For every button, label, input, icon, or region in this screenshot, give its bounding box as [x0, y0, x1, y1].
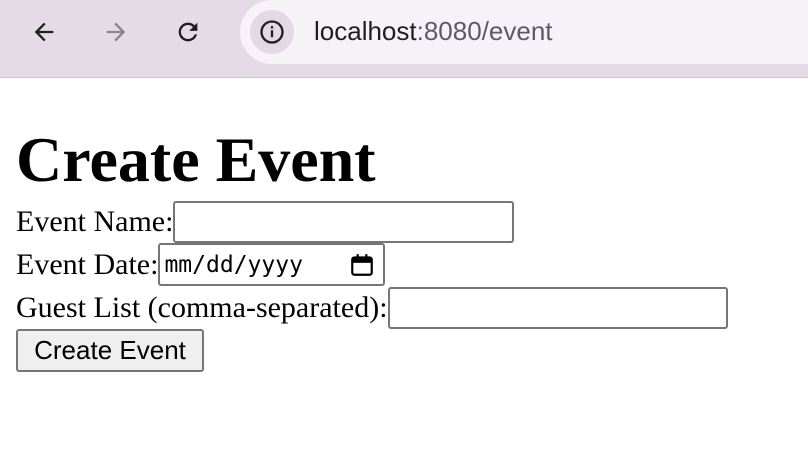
url-text[interactable]: localhost:8080/event — [314, 15, 553, 47]
guest-list-row: Guest List (comma-separated): — [16, 286, 796, 329]
url-host: localhost — [314, 16, 417, 46]
site-info-icon[interactable] — [250, 10, 294, 54]
create-event-form: Event Name: Event Date: mm/dd/yyyy Guest… — [16, 200, 796, 372]
event-name-label: Event Name: — [16, 204, 174, 238]
event-date-row: Event Date: mm/dd/yyyy — [16, 243, 796, 286]
page-title: Create Event — [16, 124, 376, 195]
event-date-input[interactable]: mm/dd/yyyy — [158, 243, 386, 286]
calendar-icon[interactable] — [349, 252, 375, 278]
forward-button[interactable] — [96, 12, 136, 52]
back-button[interactable] — [24, 12, 64, 52]
event-name-input[interactable] — [173, 200, 515, 243]
address-bar[interactable]: localhost:8080/event — [240, 0, 808, 64]
browser-toolbar: localhost:8080/event — [0, 0, 808, 78]
create-event-button[interactable]: Create Event — [16, 329, 204, 372]
back-arrow-icon — [34, 22, 54, 42]
info-glyph-icon — [260, 20, 284, 44]
event-date-label: Event Date: — [16, 247, 159, 281]
reload-button[interactable] — [168, 12, 208, 52]
guest-list-label: Guest List (comma-separated): — [16, 290, 388, 324]
event-name-row: Event Name: — [16, 200, 796, 243]
forward-arrow-icon — [106, 22, 126, 42]
date-placeholder: mm/dd/yyyy — [164, 251, 303, 278]
url-path: :8080/event — [416, 16, 553, 46]
page-content: Create Event Event Name: Event Date: mm/… — [16, 78, 796, 372]
guest-list-input[interactable] — [387, 286, 728, 329]
reload-icon — [178, 22, 198, 42]
